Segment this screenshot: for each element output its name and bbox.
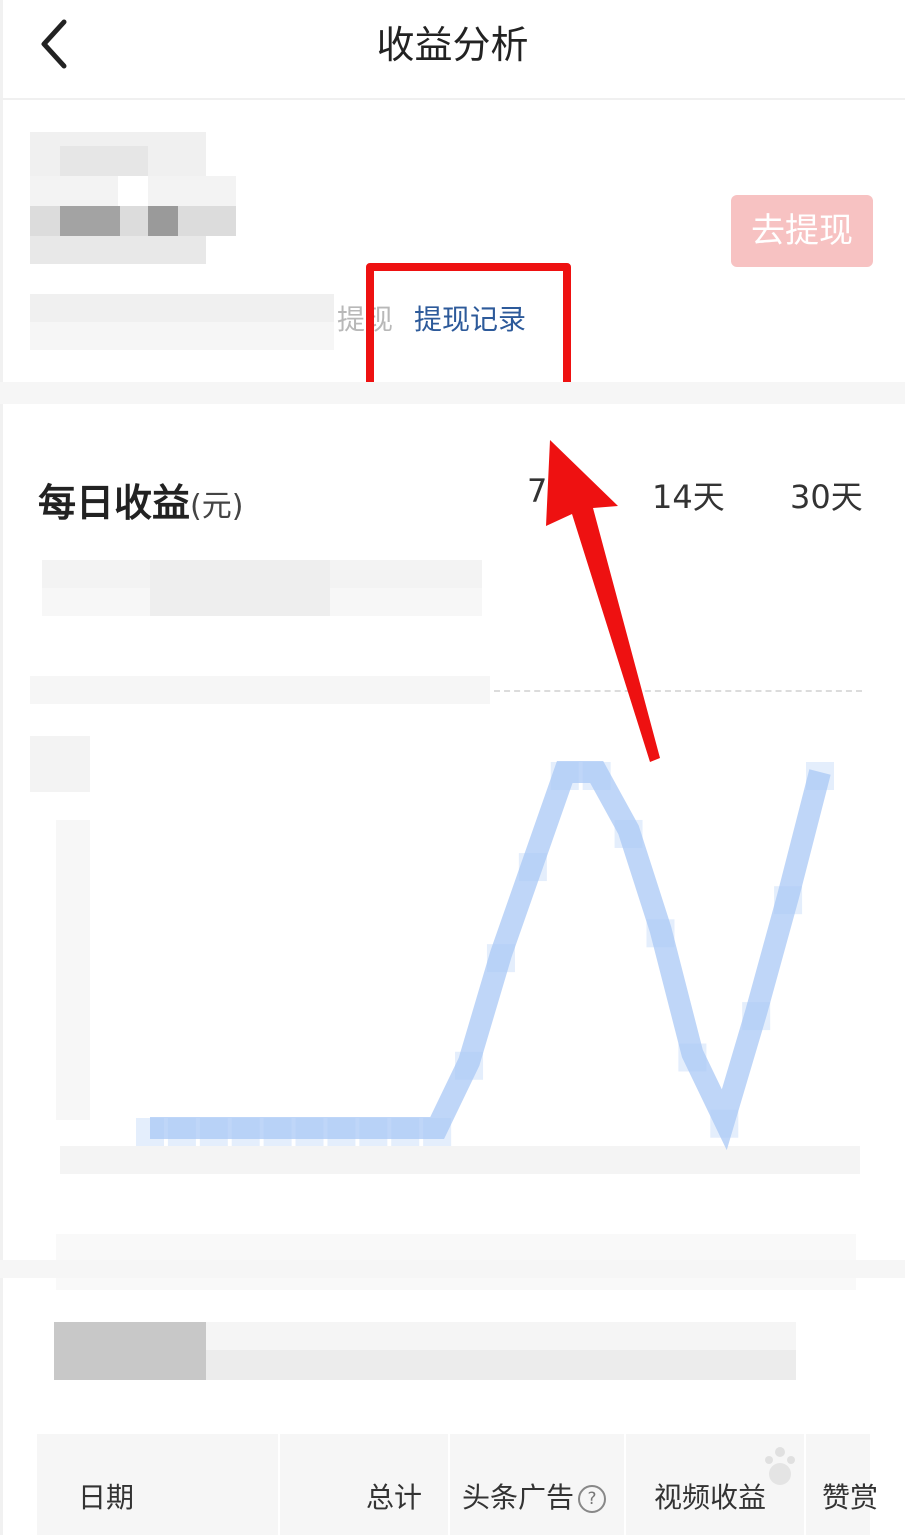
question-circle-icon[interactable]: ? bbox=[578, 1485, 607, 1513]
page-title: 收益分析 bbox=[376, 23, 529, 67]
section-divider-2 bbox=[0, 1260, 905, 1278]
tab-30-days[interactable]: 30天 bbox=[790, 472, 863, 518]
baidu-watermark bbox=[765, 1447, 795, 1485]
column-header-ads-label: 头条广告 bbox=[462, 1481, 575, 1514]
column-header-ads: 头条广告? bbox=[462, 1476, 607, 1516]
withdraw-button[interactable]: 去提现 bbox=[731, 195, 873, 267]
daily-earnings-title: 每日收益(元) bbox=[38, 472, 243, 527]
daily-earnings-label: 每日收益 bbox=[38, 481, 191, 525]
column-header-total: 总计 bbox=[366, 1481, 423, 1514]
left-edge bbox=[0, 0, 3, 1535]
daily-earnings-chart bbox=[136, 761, 834, 1151]
column-divider bbox=[278, 1434, 280, 1535]
column-divider bbox=[624, 1434, 626, 1535]
column-divider bbox=[448, 1434, 450, 1535]
column-header-date: 日期 bbox=[78, 1481, 135, 1514]
daily-earnings-unit: (元) bbox=[190, 489, 244, 524]
header-divider bbox=[0, 98, 905, 100]
section-divider bbox=[0, 382, 905, 404]
red-arrow bbox=[546, 440, 660, 762]
chart-series-line bbox=[150, 761, 831, 1151]
